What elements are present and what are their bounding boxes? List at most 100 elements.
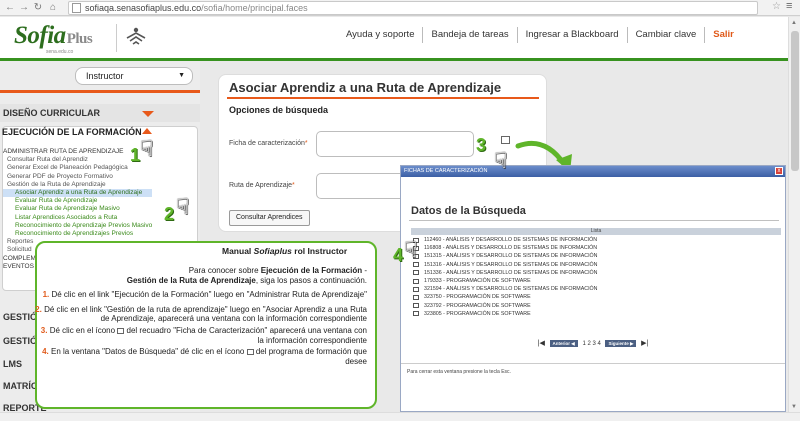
ficha-label: Ficha de caracterización* bbox=[229, 140, 308, 147]
logo-subtitle: sena.edu.co bbox=[46, 49, 74, 55]
sena-logo-icon bbox=[126, 27, 146, 45]
search-record-icon bbox=[246, 349, 254, 356]
sofiaplus-logo[interactable]: SofiaPlus bbox=[14, 22, 93, 50]
nav-bandeja-tareas[interactable]: Bandeja de tareas bbox=[423, 27, 518, 43]
nav-cambiar-clave[interactable]: Cambiar clave bbox=[628, 27, 706, 43]
ficha-input[interactable] bbox=[316, 131, 474, 157]
reload-icon[interactable]: ↻ bbox=[32, 1, 44, 15]
search-record-icon[interactable] bbox=[413, 286, 419, 292]
title-rule bbox=[227, 97, 539, 99]
search-options-title: Opciones de búsqueda bbox=[229, 105, 329, 115]
list-item: 151336 - ANÁLISIS Y DESARROLLO DE SISTEM… bbox=[411, 269, 781, 277]
list-item: 116808 - ANÁLISIS Y DESARROLLO DE SISTEM… bbox=[411, 244, 781, 252]
address-bar[interactable]: sofiaqa.senasofiaplus.edu.co/sofia/home/… bbox=[68, 1, 758, 15]
site-header: SofiaPlus sena.edu.co Ayuda y soporte Ba… bbox=[0, 17, 788, 58]
chevron-down-icon: ▼ bbox=[178, 72, 185, 79]
consultar-aprendices-button[interactable]: Consultar Aprendices bbox=[229, 210, 310, 226]
search-record-icon[interactable] bbox=[413, 311, 419, 317]
section-lms[interactable]: LMS bbox=[3, 359, 22, 369]
list-header: Lista bbox=[411, 228, 781, 235]
home-icon[interactable]: ⌂ bbox=[47, 1, 59, 15]
url-path: /sofia/home/principal.faces bbox=[201, 3, 308, 13]
vertical-scrollbar[interactable]: ▲ ▼ bbox=[788, 17, 800, 412]
nav-ayuda-soporte[interactable]: Ayuda y soporte bbox=[338, 27, 424, 43]
search-record-icon[interactable] bbox=[413, 262, 419, 268]
section-ejecucion-formacion[interactable]: EJECUCIÓN DE LA FORMACIÓN bbox=[2, 127, 198, 137]
list-item: 323805 - PROGRAMACIÓN DE SOFTWARE bbox=[411, 310, 781, 318]
scroll-down-icon[interactable]: ▼ bbox=[791, 404, 797, 410]
first-page-icon[interactable]: |◀ bbox=[538, 340, 545, 347]
step-number-3: 3 bbox=[476, 135, 487, 155]
back-arrow-icon[interactable]: ← bbox=[4, 1, 16, 15]
manual-intro: Para conocer sobre Ejecución de la Forma… bbox=[126, 266, 367, 285]
step-number-2: 2 bbox=[164, 204, 175, 224]
menu-item-generar-excel[interactable]: Generar Excel de Planeación Pedagógica bbox=[3, 164, 152, 172]
close-icon[interactable]: x bbox=[775, 167, 783, 175]
search-record-icon[interactable] bbox=[413, 294, 419, 300]
menu-item-gestion-ruta[interactable]: Gestión de la Ruta de Aprendizaje bbox=[3, 181, 152, 189]
page-title: Asociar Aprendiz a una Ruta de Aprendiza… bbox=[229, 80, 502, 95]
url-host: sofiaqa.senasofiaplus.edu.co bbox=[85, 3, 202, 13]
search-record-icon[interactable] bbox=[413, 278, 419, 284]
scrollbar-thumb[interactable] bbox=[791, 31, 799, 171]
menu-subitem-asociar-aprendiz[interactable]: Asociar Aprendiz a una Ruta de Aprendiza… bbox=[3, 189, 153, 198]
list-item: 179333 - PROGRAMACIÓN DE SOFTWARE bbox=[411, 277, 781, 285]
menu-subitem-evaluar-ruta-masivo[interactable]: Evaluar Ruta de Aprendizaje Masivo bbox=[3, 205, 152, 213]
ruta-label: Ruta de Aprendizaje* bbox=[229, 182, 295, 189]
last-page-icon[interactable]: ▶| bbox=[641, 340, 648, 347]
nav-blackboard[interactable]: Ingresar a Blackboard bbox=[518, 27, 628, 43]
page-icon bbox=[72, 3, 81, 13]
menu-item-generar-pdf[interactable]: Generar PDF de Proyecto Formativo bbox=[3, 173, 152, 181]
pager: |◀ Anterior ◀ 1 2 3 4 Siguiente ▶ ▶| bbox=[401, 339, 785, 347]
manual-body: Para conocer sobre Ejecución de la Forma… bbox=[35, 266, 367, 371]
pointing-hand-icon: ☟ bbox=[404, 237, 418, 262]
role-value: Instructor bbox=[86, 71, 124, 81]
top-navigation: Ayuda y soporte Bandeja de tareas Ingres… bbox=[338, 27, 742, 43]
sidebar-orange-rule bbox=[0, 90, 200, 93]
page-numbers[interactable]: 1 2 3 4 bbox=[582, 341, 600, 347]
manual-heading: Manual Sofiaplus rol Instructor bbox=[222, 246, 348, 256]
list-item: 323792 - PROGRAMACIÓN DE SOFTWARE bbox=[411, 302, 781, 310]
previous-page-button[interactable]: Anterior ◀ bbox=[549, 340, 578, 347]
fichas-popup-window: FICHAS DE CARACTERIZACIÓN x Datos de la … bbox=[400, 165, 786, 412]
step-number-1: 1 bbox=[130, 145, 141, 165]
popup-footer-text: Para cerrar esta ventana presione la tec… bbox=[407, 369, 511, 375]
menu-icon[interactable]: ≡ bbox=[786, 0, 792, 12]
horizontal-scrollbar[interactable] bbox=[0, 412, 800, 421]
star-icon[interactable]: ☆ bbox=[772, 1, 781, 12]
browser-chrome: ← → ↻ ⌂ sofiaqa.senasofiaplus.edu.co/sof… bbox=[0, 0, 800, 16]
popup-title-bar: FICHAS DE CARACTERIZACIÓN x bbox=[401, 166, 785, 177]
role-select[interactable]: Instructor ▼ bbox=[75, 67, 193, 85]
popup-title: Datos de la Búsqueda bbox=[411, 205, 526, 217]
ficha-list: 112460 - ANÁLISIS Y DESARROLLO DE SISTEM… bbox=[411, 236, 781, 318]
menu-subitem-reconocimiento-previos[interactable]: Reconocimiento de Aprendizajes Previos bbox=[3, 230, 152, 238]
scroll-up-icon[interactable]: ▲ bbox=[791, 20, 797, 26]
manual-step-2: 2. Dé clic en el link "Gestión de la rut… bbox=[35, 304, 367, 324]
manual-step-3: 3. Dé clic en el ícono del recuadro "Fic… bbox=[40, 325, 367, 345]
pointing-hand-icon: ☟ bbox=[176, 194, 190, 219]
section-diseno-curricular[interactable]: DISEÑO CURRICULAR bbox=[0, 104, 200, 122]
next-page-button[interactable]: Siguiente ▶ bbox=[605, 340, 637, 347]
list-item: 151316 - ANÁLISIS Y DESARROLLO DE SISTEM… bbox=[411, 261, 781, 269]
logo-divider bbox=[116, 24, 117, 52]
menu-subitem-listar-aprendices[interactable]: Listar Aprendices Asociados a Ruta bbox=[3, 214, 152, 222]
menu-subitem-evaluar-ruta[interactable]: Evaluar Ruta de Aprendizaje bbox=[3, 197, 152, 205]
list-item: 151315 - ANÁLISIS Y DESARROLLO DE SISTEM… bbox=[411, 252, 781, 260]
pointing-hand-icon: ☟ bbox=[494, 148, 508, 173]
menu-subitem-reconocimiento-masivo[interactable]: Reconocimiento de Aprendizaje Previos Ma… bbox=[3, 222, 152, 230]
step-number-4: 4 bbox=[393, 245, 404, 265]
manual-step-1: 1. Dé clic en el link "Ejecución de la F… bbox=[42, 290, 367, 300]
pointing-hand-icon: ☟ bbox=[140, 136, 154, 161]
expand-arrow-icon bbox=[142, 111, 154, 117]
popup-footer-rule bbox=[401, 363, 785, 364]
forward-arrow-icon[interactable]: → bbox=[18, 1, 30, 15]
manual-callout: Manual Sofiaplus rol Instructor Para con… bbox=[35, 241, 377, 409]
search-record-icon[interactable] bbox=[413, 303, 419, 309]
nav-salir[interactable]: Salir bbox=[705, 27, 742, 43]
popup-rule bbox=[409, 220, 779, 221]
list-item: 321594 - ANÁLISIS Y DESARROLLO DE SISTEM… bbox=[411, 285, 781, 293]
collapse-arrow-icon bbox=[142, 128, 152, 134]
list-item: 323750 - PROGRAMACIÓN DE SOFTWARE bbox=[411, 293, 781, 301]
search-record-icon[interactable] bbox=[413, 270, 419, 276]
manual-step-4: 4. En la ventana "Datos de Búsqueda" dé … bbox=[42, 347, 367, 366]
